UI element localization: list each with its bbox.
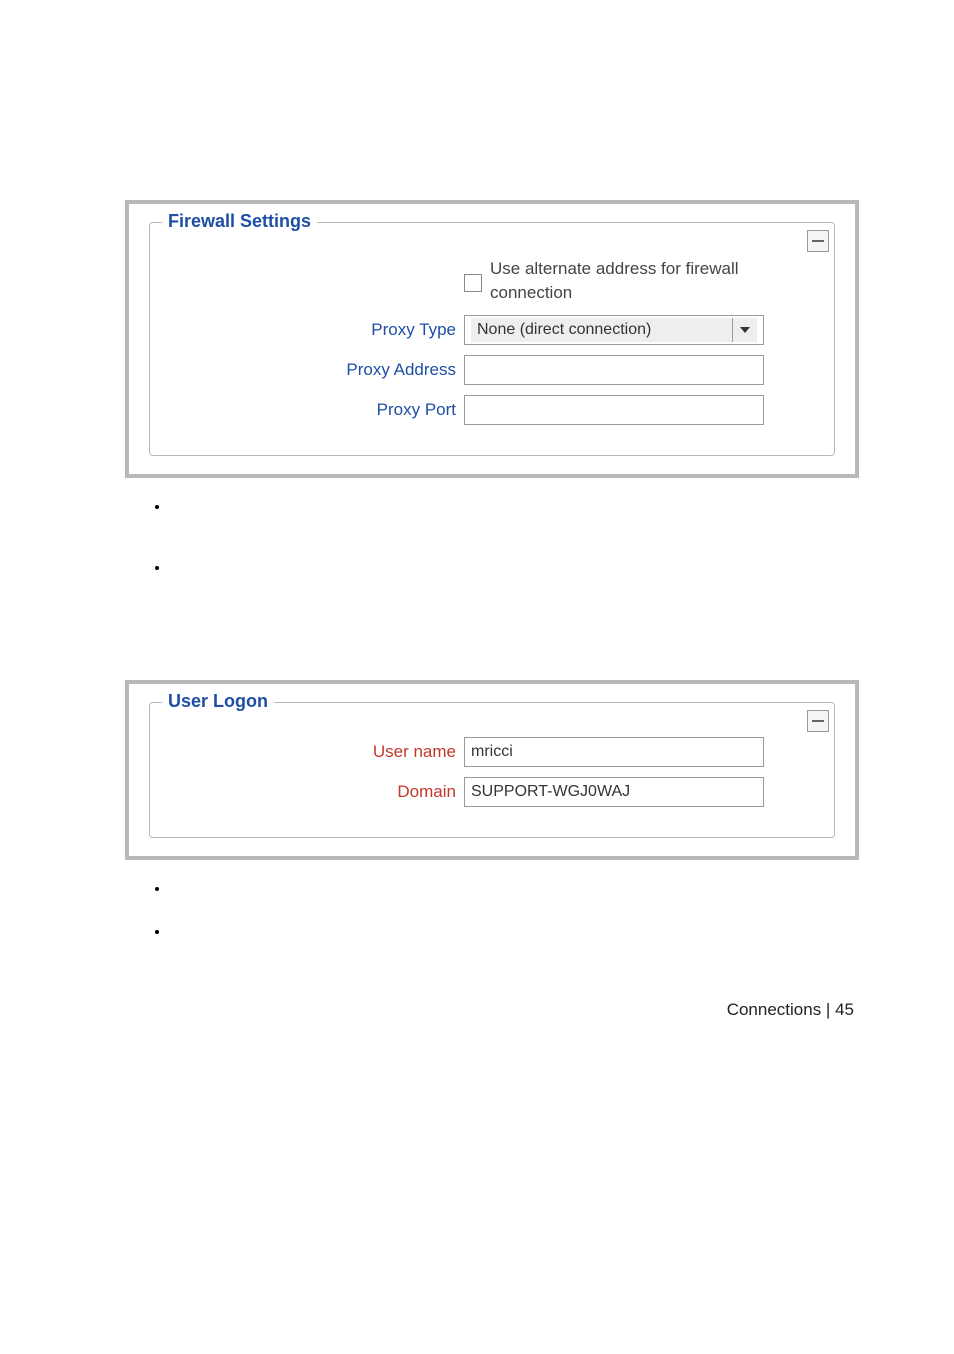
domain-label: Domain	[166, 777, 464, 807]
proxy-type-row: Proxy Type None (direct connection)	[166, 315, 818, 345]
proxy-type-dropdown-button[interactable]	[732, 318, 757, 342]
proxy-type-label: Proxy Type	[166, 315, 464, 345]
page-footer: Connections | 45	[0, 1000, 854, 1020]
domain-input[interactable]	[464, 777, 764, 807]
footer-section: Connections	[727, 1000, 822, 1019]
user-logon-screenshot: User Logon User name Domain	[125, 680, 859, 860]
firewall-bullet-list	[170, 498, 954, 576]
user-name-input[interactable]	[464, 737, 764, 767]
proxy-address-row: Proxy Address	[166, 355, 818, 385]
user-name-label: User name	[166, 737, 464, 767]
proxy-port-row: Proxy Port	[166, 395, 818, 425]
proxy-address-input[interactable]	[464, 355, 764, 385]
proxy-port-input[interactable]	[464, 395, 764, 425]
list-item	[170, 559, 954, 576]
user-logon-panel: User Logon User name Domain	[149, 702, 835, 838]
proxy-port-label: Proxy Port	[166, 395, 464, 425]
proxy-address-label: Proxy Address	[166, 355, 464, 385]
firewall-settings-legend: Firewall Settings	[162, 211, 317, 232]
list-item	[170, 880, 954, 897]
firewall-settings-panel: Firewall Settings Use alternate address …	[149, 222, 835, 456]
user-name-row: User name	[166, 737, 818, 767]
footer-page-number: 45	[835, 1000, 854, 1019]
list-item	[170, 923, 954, 940]
user-logon-bullet-list	[170, 880, 954, 940]
use-alternate-address-row: Use alternate address for firewall conne…	[166, 257, 818, 305]
proxy-type-value: None (direct connection)	[471, 318, 732, 342]
use-alternate-address-checkbox[interactable]	[464, 274, 482, 292]
proxy-type-dropdown[interactable]: None (direct connection)	[464, 315, 764, 345]
domain-row: Domain	[166, 777, 818, 807]
use-alternate-address-label: Use alternate address for firewall conne…	[490, 257, 794, 305]
user-logon-legend: User Logon	[162, 691, 274, 712]
chevron-down-icon	[740, 327, 750, 333]
firewall-settings-screenshot: Firewall Settings Use alternate address …	[125, 200, 859, 478]
list-item	[170, 498, 954, 515]
